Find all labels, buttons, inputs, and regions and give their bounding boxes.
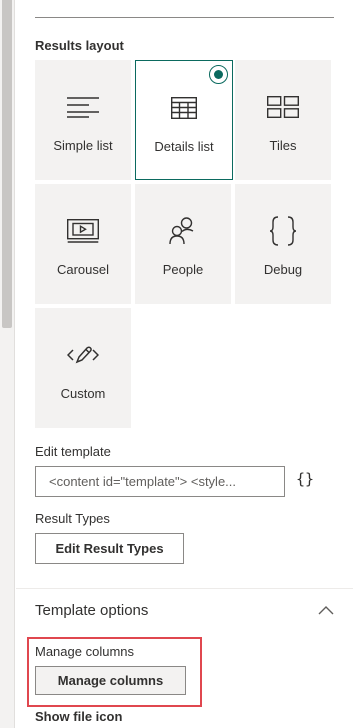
tile-label: Carousel: [56, 262, 110, 277]
tile-label: Debug: [263, 262, 303, 277]
edit-template-label: Edit template: [35, 444, 111, 459]
custom-edit-icon: [35, 340, 131, 370]
tile-label: Simple list: [53, 138, 113, 153]
layout-tile-people[interactable]: People: [135, 184, 231, 304]
tile-label: Custom: [60, 386, 106, 401]
layout-tile-details-list[interactable]: Details list: [135, 60, 233, 180]
layout-tile-debug[interactable]: Debug: [235, 184, 331, 304]
tiles-icon: [235, 92, 331, 122]
edit-result-types-button[interactable]: Edit Result Types: [35, 533, 184, 564]
details-list-icon: [136, 93, 232, 123]
layout-tile-simple-list[interactable]: Simple list: [35, 60, 131, 180]
people-icon: [135, 216, 231, 246]
tile-label: People: [162, 262, 204, 277]
layout-tile-tiles[interactable]: Tiles: [235, 60, 331, 180]
tile-label: Details list: [154, 139, 214, 154]
section-divider: [35, 17, 334, 18]
layout-tile-carousel[interactable]: Carousel: [35, 184, 131, 304]
carousel-icon: [35, 216, 131, 246]
tile-label: Tiles: [269, 138, 297, 153]
show-file-icon-label: Show file icon: [35, 709, 123, 724]
template-options-header[interactable]: Template options: [35, 602, 148, 619]
selected-radio-indicator: [209, 65, 228, 84]
debug-braces-icon: [235, 216, 331, 246]
open-template-editor-button[interactable]: {}: [294, 470, 316, 492]
template-code-field[interactable]: <content id="template"> <style...: [35, 466, 285, 497]
section-divider: [16, 588, 353, 589]
simple-list-icon: [35, 92, 131, 122]
layout-tile-custom[interactable]: Custom: [35, 308, 131, 428]
results-layout-label: Results layout: [35, 38, 124, 53]
chevron-up-icon[interactable]: [317, 603, 335, 617]
result-types-label: Result Types: [35, 511, 110, 526]
scrollbar-thumb[interactable]: [2, 0, 12, 328]
highlight-annotation: [27, 637, 202, 707]
left-scrollbar-track[interactable]: [0, 0, 15, 728]
